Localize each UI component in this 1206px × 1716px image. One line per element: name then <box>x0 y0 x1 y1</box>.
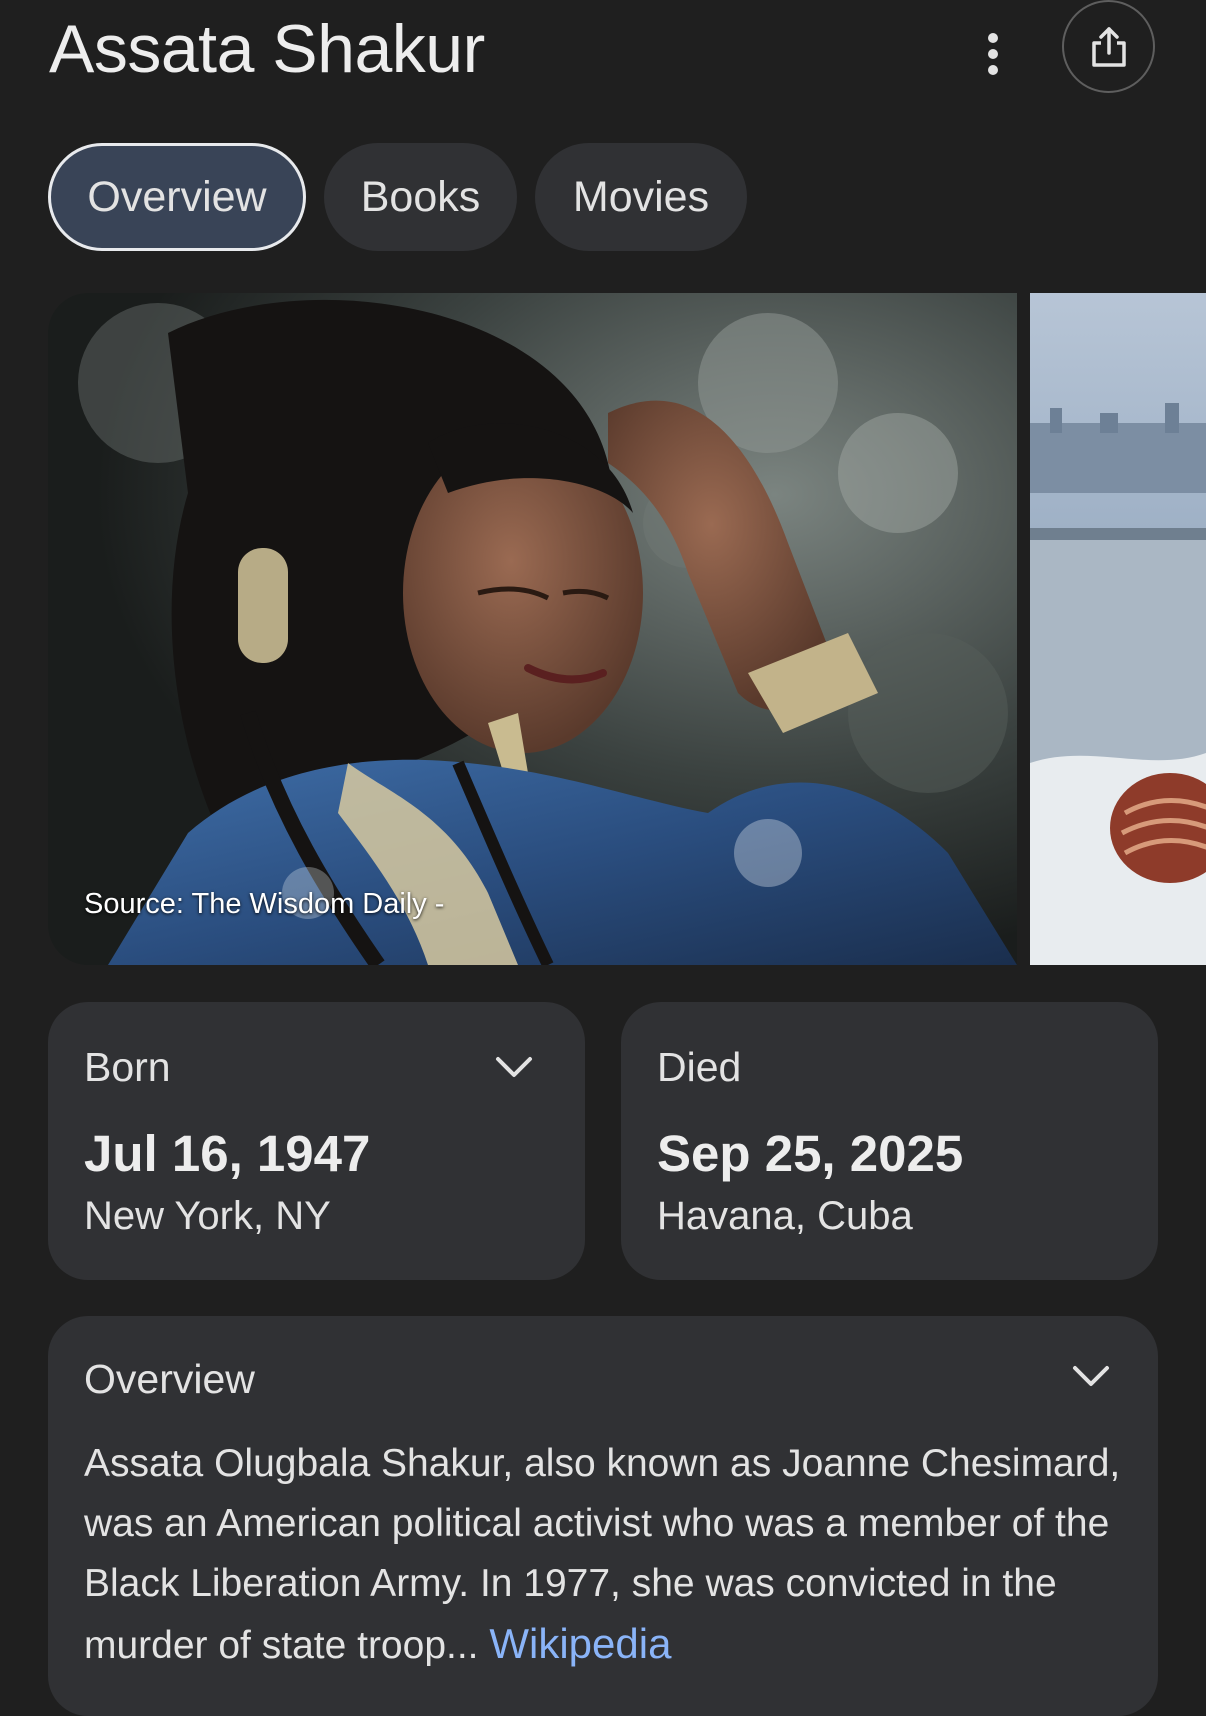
tab-movies[interactable]: Movies <box>535 143 747 251</box>
death-place: Havana, Cuba <box>657 1194 913 1238</box>
born-label: Born <box>84 1044 171 1090</box>
died-label: Died <box>657 1044 742 1090</box>
tab-books[interactable]: Books <box>324 143 517 251</box>
page-title: Assata Shakur <box>49 11 485 87</box>
portrait-image <box>48 293 1017 965</box>
main-photo[interactable]: Source: The Wisdom Daily - <box>48 293 1017 965</box>
expand-born-button[interactable] <box>492 1045 536 1089</box>
birth-date: Jul 16, 1947 <box>84 1125 371 1182</box>
wikipedia-link[interactable]: Wikipedia <box>489 1620 671 1667</box>
chevron-down-icon <box>496 1057 532 1077</box>
share-icon <box>1091 26 1126 67</box>
more-options-button[interactable] <box>967 24 1019 84</box>
born-card[interactable]: Born Jul 16, 1947 New York, NY <box>48 1002 585 1280</box>
tab-overview[interactable]: Overview <box>48 143 306 251</box>
photo-source-caption: Source: The Wisdom Daily - <box>84 888 445 920</box>
share-button[interactable] <box>1062 0 1155 93</box>
birth-place: New York, NY <box>84 1194 331 1238</box>
death-date: Sep 25, 2025 <box>657 1125 964 1182</box>
overview-text: Assata Olugbala Shakur, also known as Jo… <box>84 1434 1136 1676</box>
overview-heading: Overview <box>84 1356 255 1402</box>
expand-overview-button[interactable] <box>1069 1354 1113 1398</box>
more-vert-icon <box>988 33 998 75</box>
died-card[interactable]: Died Sep 25, 2025 Havana, Cuba <box>621 1002 1158 1280</box>
second-photo[interactable] <box>1030 293 1206 965</box>
havana-image <box>1030 293 1206 965</box>
chevron-down-icon <box>1073 1366 1109 1386</box>
overview-card[interactable]: Overview Assata Olugbala Shakur, also kn… <box>48 1316 1158 1716</box>
